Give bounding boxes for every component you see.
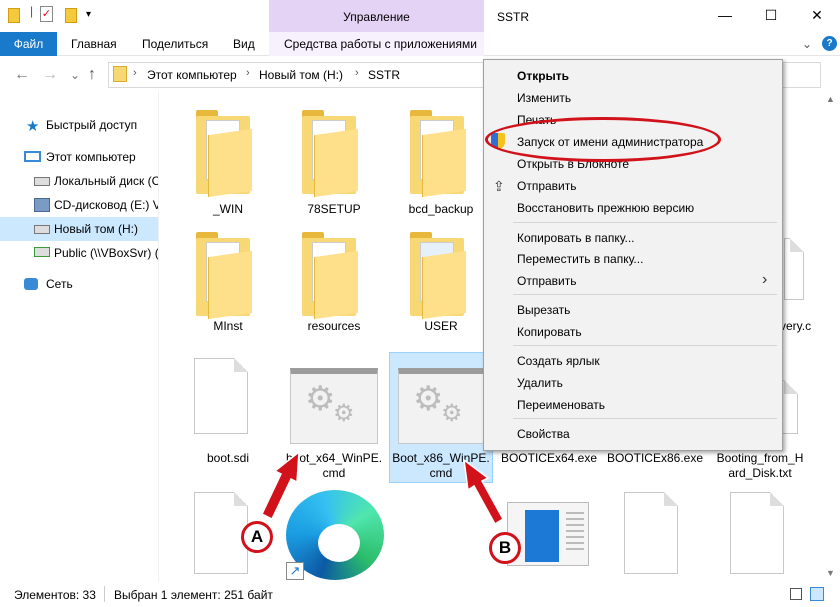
arrow-a bbox=[261, 450, 300, 521]
arrow-b bbox=[463, 458, 505, 526]
large-icons-view-icon[interactable] bbox=[810, 587, 824, 601]
status-item-count: Элементов: 33 bbox=[14, 588, 96, 602]
annotation-circle-b: B bbox=[489, 532, 521, 564]
details-view-icon[interactable] bbox=[790, 588, 802, 600]
status-divider bbox=[104, 586, 105, 602]
annotation-arrows bbox=[261, 450, 505, 526]
annotation-circle-a: A bbox=[241, 521, 273, 553]
status-selection: Выбран 1 элемент: 251 байт bbox=[114, 588, 273, 602]
